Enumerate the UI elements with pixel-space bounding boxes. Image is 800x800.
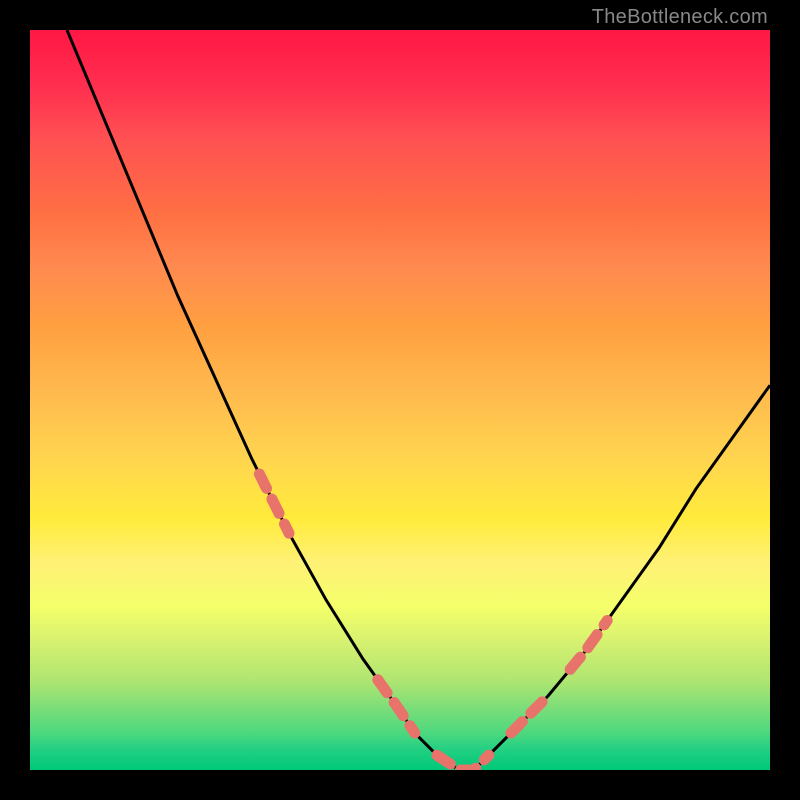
chart-container: TheBottleneck.com bbox=[0, 0, 800, 800]
watermark-text: TheBottleneck.com bbox=[592, 6, 768, 29]
plot-background bbox=[30, 30, 770, 770]
